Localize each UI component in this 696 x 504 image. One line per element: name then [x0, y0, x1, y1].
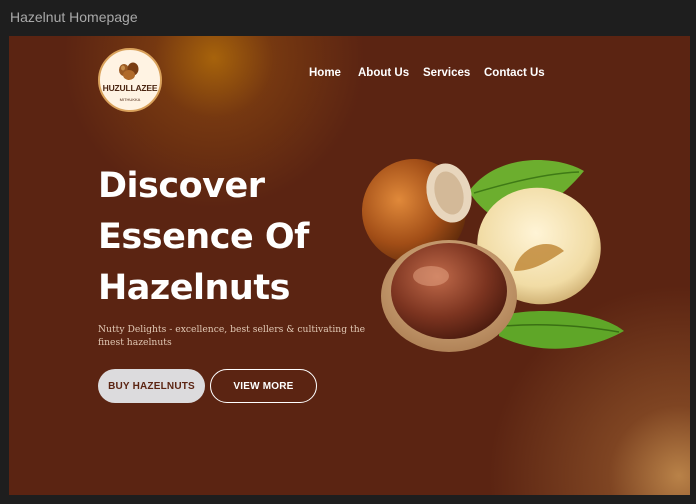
brand-logo[interactable]: HUZULLAZEE MITHUKKA	[98, 48, 162, 112]
hero-title-line-1: Discover	[98, 166, 265, 206]
page-canvas: HUZULLAZEE MITHUKKA Home About Us Servic…	[9, 36, 690, 495]
nav-services[interactable]: Services	[423, 67, 470, 79]
window-title: Hazelnut Homepage	[10, 9, 138, 25]
hero-title-line-3: Hazelnuts	[98, 268, 290, 308]
nav-contact-us[interactable]: Contact Us	[484, 67, 545, 79]
logo-subtext: MITHUKKA	[119, 97, 141, 102]
nav-about-us[interactable]: About Us	[358, 67, 409, 79]
logo-wordmark: HUZULLAZEE	[102, 83, 158, 93]
view-more-button[interactable]: VIEW MORE	[210, 369, 317, 403]
nav-home[interactable]: Home	[309, 67, 341, 79]
hero-tagline: Nutty Delights - excellence, best seller…	[98, 324, 366, 348]
hero-title: Discover Essence Of Hazelnuts	[98, 161, 309, 314]
hazelnuts-image	[362, 159, 624, 352]
hero-title-line-2: Essence Of	[98, 217, 309, 257]
buy-hazelnuts-button[interactable]: BUY HAZELNUTS	[98, 369, 205, 403]
